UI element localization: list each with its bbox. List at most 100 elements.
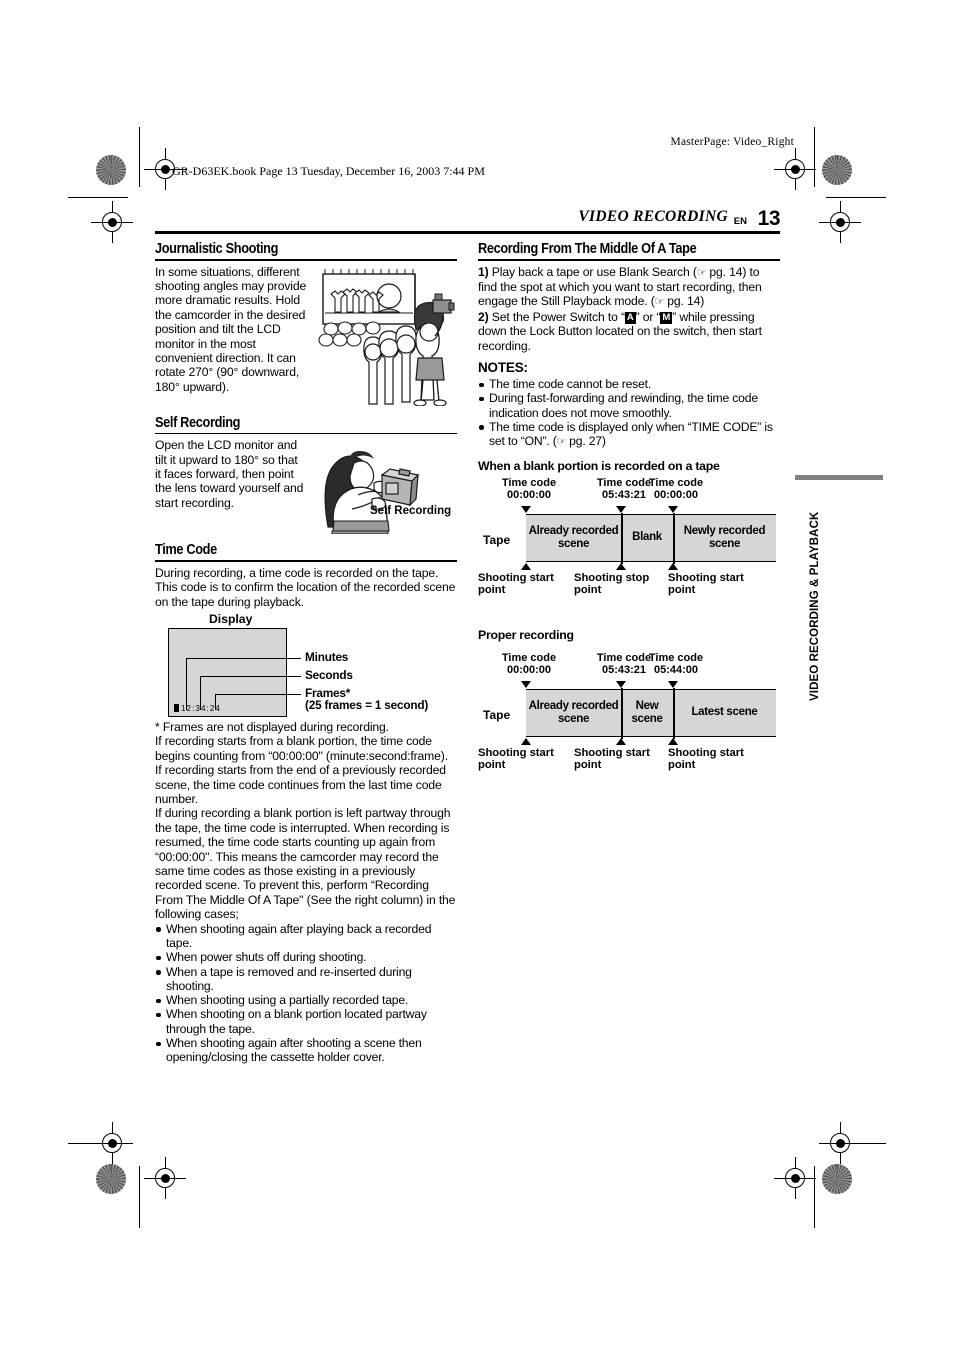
registration-mark-right: [819, 201, 861, 243]
side-tab: VIDEO RECORDING & PLAYBACK: [795, 475, 883, 705]
marker-up-5: [616, 737, 626, 745]
leader-seconds-v: [200, 676, 202, 710]
point-label-5: Shooting start point: [574, 746, 650, 772]
marker-down-5: [616, 680, 626, 688]
list-item: When power shuts off during shooting.: [155, 950, 457, 964]
list-item: When shooting on a blank portion located…: [155, 1007, 457, 1036]
leader-frames-h: [215, 694, 301, 696]
step-2-text-a: Set the Power Switch to “: [488, 309, 625, 324]
marker-up-1: [521, 562, 531, 570]
list-item: The time code is displayed only when “TI…: [478, 420, 780, 450]
point-label-2: Shooting stop point: [574, 571, 650, 597]
point-label-4: Shooting start point: [478, 746, 554, 772]
language-code: EN: [733, 216, 747, 227]
registration-mark-top-right: [774, 148, 816, 190]
tape-label-2: Tape: [483, 707, 511, 722]
page-ref-arrow-icon: ☞: [696, 266, 707, 279]
color-patch-bottom-left: [96, 1164, 126, 1194]
tape-bar-2: Already recorded scene New scene Latest …: [526, 687, 776, 739]
masterpage-slug: MasterPage: Video_Right: [670, 136, 794, 148]
marker-up-3: [668, 562, 678, 570]
page-ref-arrow-icon-2: ☞: [654, 296, 665, 309]
tape-label: Tape: [483, 532, 511, 547]
step-2-number: 2): [478, 309, 489, 324]
tape-cell-already-recorded-2: Already recorded scene: [528, 699, 619, 725]
tape-cell-new-scene: New scene: [631, 699, 663, 725]
point-label-6: Shooting start point: [668, 746, 744, 772]
header-rule: [155, 231, 780, 234]
callout-frames-sub: (25 frames = 1 second): [305, 698, 429, 712]
power-switch-manual-icon: M: [660, 311, 673, 324]
step-1-text-c: pg. 14): [664, 294, 705, 309]
tape-diagram-proper: Time code 00:00:00 Time code 05:43:21 Time…: [478, 652, 780, 777]
crop-line-top-right-h: [826, 197, 886, 198]
tape-diagram-blank: Time code 00:00:00 Time code 05:43:21 Time…: [478, 477, 780, 602]
time-code-para1: If recording starts from a blank portion…: [155, 734, 448, 807]
display-label: Display: [209, 612, 253, 626]
crop-line-right-bottom: [814, 1166, 815, 1228]
marker-up-6: [668, 737, 678, 745]
tape-chip-icon: [174, 704, 179, 712]
power-switch-auto-icon: A: [624, 311, 636, 324]
tape-bar: Already recorded scene Blank Newly recor…: [526, 512, 776, 564]
marker-down-4: [521, 680, 531, 688]
note-3-text-b: pg. 27): [566, 434, 606, 449]
running-head: VIDEO RECORDING EN 13: [155, 200, 781, 234]
timecode-label-4: Time code 00:00:00: [501, 651, 557, 676]
color-patch-top-left: [96, 155, 126, 185]
crop-line-top-left-h: [68, 197, 128, 198]
point-label-1: Shooting start point: [478, 571, 554, 597]
tape-cell-already-recorded: Already recorded scene: [528, 524, 619, 550]
time-code-para2: If during recording a blank portion is l…: [155, 806, 456, 922]
step-1-number: 1): [478, 264, 489, 279]
registration-mark-left: [91, 201, 133, 243]
crop-line-left-top: [139, 127, 140, 187]
time-code-intro: During recording, a time code is recorde…: [155, 565, 456, 609]
masterpage-rule: [814, 136, 815, 156]
callout-minutes: Minutes: [305, 650, 349, 664]
color-patch-top-right: [822, 155, 852, 185]
side-tab-label: VIDEO RECORDING & PLAYBACK: [809, 511, 821, 701]
callout-seconds: Seconds: [305, 668, 353, 682]
step-1-text-a: Play back a tape or use Blank Search (: [488, 264, 697, 279]
list-item: During fast-forwarding and rewinding, th…: [478, 391, 780, 420]
list-item: When shooting again after shooting a sce…: [155, 1036, 457, 1065]
right-column: Recording From The Middle Of A Tape 1) P…: [478, 241, 780, 777]
heading-journalistic-shooting: Journalistic Shooting: [155, 241, 279, 257]
point-label-3: Shooting start point: [668, 571, 744, 597]
tape-cell-newly-recorded: Newly recorded scene: [683, 524, 766, 550]
tape-divider-3: [621, 687, 623, 739]
tape-divider-2: [673, 512, 675, 564]
notes-list: The time code cannot be reset. During fa…: [478, 377, 780, 449]
crop-line-bottom-left-h: [68, 1143, 128, 1144]
leader-frames-v: [215, 694, 217, 710]
marker-down-3: [668, 505, 678, 513]
list-item: When a tape is removed and re-inserted d…: [155, 965, 457, 994]
marker-down-1: [521, 505, 531, 513]
leader-seconds-h: [200, 676, 301, 678]
left-column: Journalistic Shooting In some situations…: [155, 241, 457, 1065]
heading-rule-journalistic: [155, 259, 457, 261]
heading-rule-time-code: [155, 560, 457, 562]
note-3-text-a: The time code is displayed only when “TI…: [489, 419, 773, 449]
page-body: VIDEO RECORDING EN 13 Journalistic Shoot…: [155, 200, 781, 1064]
marker-down-6: [668, 680, 678, 688]
woman-with-camcorder-illustration: Self Recording: [312, 439, 457, 535]
page-ref-arrow-icon-3: ☞: [556, 436, 567, 449]
time-code-cases-list: When shooting again after playing back a…: [155, 922, 457, 1065]
heading-proper-recording-diagram: Proper recording: [478, 627, 574, 642]
heading-recording-from-middle: Recording From The Middle Of A Tape: [478, 241, 697, 257]
leader-minutes-v: [186, 658, 188, 710]
page-number: 13: [757, 207, 781, 230]
recording-middle-steps: 1) Play back a tape or use Blank Search …: [478, 265, 780, 353]
list-item: The time code cannot be reset.: [478, 377, 780, 391]
tape-cell-blank: Blank: [632, 531, 662, 544]
page-title: VIDEO RECORDING: [578, 208, 728, 225]
display-timecode-value: 12:34:24: [174, 704, 221, 713]
heading-blank-portion-diagram: When a blank portion is recorded on a ta…: [478, 458, 720, 473]
heading-rule-recording-middle: [478, 259, 780, 261]
side-tab-bar: [795, 475, 883, 480]
marker-down-2: [616, 505, 626, 513]
tape-divider-1: [621, 512, 623, 564]
marker-up-2: [616, 562, 626, 570]
